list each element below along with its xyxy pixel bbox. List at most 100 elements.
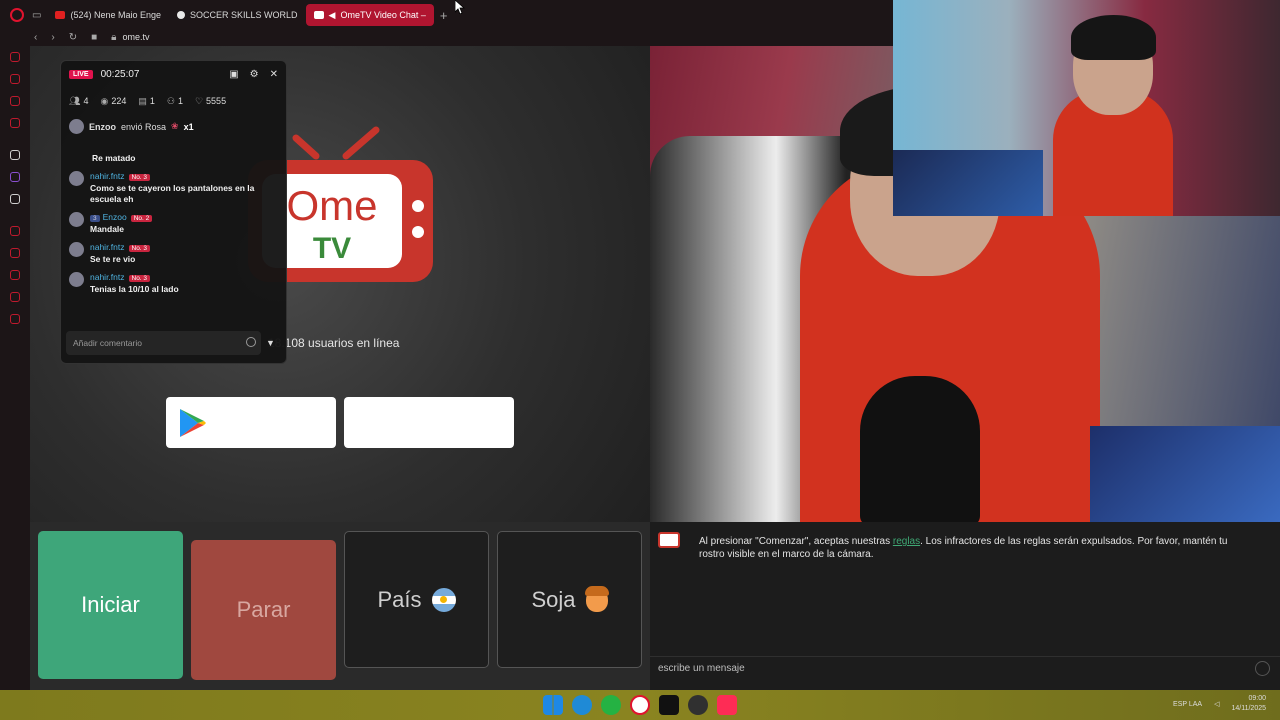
chat-message-body: nahir.fntz No. 3 Como se te cayeron los p…: [90, 171, 279, 205]
eye-icon: ◉: [100, 96, 109, 106]
language-indicator[interactable]: ESP LAA: [1173, 701, 1202, 708]
mail-icon[interactable]: [10, 118, 20, 128]
rules-link[interactable]: reglas: [893, 536, 920, 547]
browser-tab-bar: ▭ (524) Nene Maio Enge SOCCER SKILLS WOR…: [0, 0, 893, 30]
volume-icon[interactable]: ◁: [1214, 700, 1219, 708]
chat-user[interactable]: nahir.fntz: [90, 242, 125, 252]
history-icon[interactable]: [10, 248, 20, 258]
settings-icon[interactable]: ⚙: [250, 69, 259, 80]
rose-icon: ❀: [171, 121, 179, 131]
viewers-stat: ◉ 224: [100, 96, 126, 107]
likes-stat: ♡ 5555: [195, 96, 226, 107]
start-button-label: Iniciar: [81, 592, 140, 617]
guests-count: 4: [83, 96, 89, 106]
lock-icon: 🔒︎: [111, 31, 117, 43]
gift-notice: Enzoo envió Rosa ❀ x1: [69, 119, 194, 134]
close-icon[interactable]: ✕: [270, 69, 278, 80]
gift-user: Enzoo: [89, 121, 116, 132]
gender-button[interactable]: Soja: [497, 531, 642, 668]
desk-shape: [893, 150, 1043, 216]
tab-list-icon[interactable]: ▭: [32, 10, 41, 21]
gender-button-label: Soja: [531, 586, 576, 612]
online-users: 18.108 usuarios en línea: [268, 336, 399, 350]
messenger-icon[interactable]: [10, 96, 20, 106]
chat-message: nahir.fntz No. 3 Tenias la 10/10 al lado: [69, 272, 279, 295]
comment-placeholder: Añadir comentario: [73, 338, 142, 348]
guests-stat: 👥︎ 4: [69, 96, 88, 107]
stop-button[interactable]: Parar: [191, 540, 336, 680]
chat-message-body: nahir.fntz No. 3 Se te re vio: [90, 242, 151, 265]
comment-input[interactable]: Añadir comentario: [66, 331, 261, 355]
live-timer: 00:25:07: [100, 69, 140, 80]
start-button[interactable]: Iniciar: [38, 531, 183, 679]
gift-count: x1: [183, 121, 194, 132]
app-store-button[interactable]: [344, 397, 514, 448]
gift-icon: ▤: [138, 96, 147, 106]
twitch-icon[interactable]: [10, 172, 20, 182]
chat-user[interactable]: nahir.fntz: [90, 171, 125, 181]
live-studio-panel: LIVE 00:25:07 ▣ ⚙ ✕ 👥︎ 4 ◉ 224 ▤ 1 ⚇ 1 ♡ 5555…: [60, 60, 287, 364]
speed-dial-icon[interactable]: [10, 52, 20, 62]
emoji-icon[interactable]: [246, 337, 256, 347]
chat-message-body: nahir.fntz No. 3 Tenias la 10/10 al lado: [90, 272, 179, 295]
follows-count: 1: [177, 96, 183, 106]
viewers-count: 224: [111, 96, 127, 106]
back-icon[interactable]: ‹: [34, 32, 37, 43]
url-text[interactable]: ome.tv: [122, 32, 149, 42]
add-user-icon: ⚇: [166, 96, 175, 106]
forward-icon[interactable]: ›: [51, 32, 54, 43]
emoji-icon[interactable]: [1255, 661, 1270, 676]
rules-notice: Al presionar "Comenzar", aceptas nuestra…: [699, 535, 1239, 561]
rank-badge: No. 2: [130, 215, 153, 222]
tiktok-live-icon[interactable]: [717, 695, 737, 715]
youtube-icon: [55, 11, 66, 19]
logo-tv-text: TV: [313, 232, 351, 265]
avatar: [69, 212, 84, 227]
google-play-button[interactable]: [166, 397, 336, 448]
tab-youtube[interactable]: (524) Nene Maio Enge: [47, 4, 169, 26]
edge-icon[interactable]: [572, 695, 592, 715]
tab-soccer-skills[interactable]: SOCCER SKILLS WORLD: [169, 4, 306, 26]
page-icon: [177, 11, 186, 19]
live-actions: ▣ ⚙ ✕: [229, 69, 278, 80]
clock[interactable]: 09:00 14/11/2025: [1231, 694, 1266, 714]
rank-badge: No. 3: [128, 275, 151, 282]
likes-count: 5555: [206, 96, 227, 106]
gift-text: envió Rosa: [121, 121, 167, 132]
extensions-icon[interactable]: [10, 292, 20, 302]
country-button[interactable]: País: [344, 531, 489, 668]
lock-icon[interactable]: ▣: [229, 69, 238, 80]
downloads-icon[interactable]: [10, 270, 20, 280]
reload-icon[interactable]: ↻: [69, 32, 77, 43]
taskbar-apps: [543, 695, 737, 715]
player-icon[interactable]: [10, 226, 20, 236]
tiktok-icon[interactable]: [659, 695, 679, 715]
avatar: [69, 272, 84, 287]
camera-icon[interactable]: ■: [91, 32, 97, 43]
online-users-count: 18.108 usuarios en línea: [268, 336, 400, 350]
ometv-chat-icon: [658, 532, 680, 548]
send-icon[interactable]: ▼: [266, 338, 275, 348]
tab-label: (524) Nene Maio Enge: [70, 10, 162, 20]
obs-icon[interactable]: [688, 695, 708, 715]
x-icon[interactable]: [10, 194, 20, 204]
whatsapp-icon[interactable]: [601, 695, 621, 715]
tab-ometv[interactable]: ◀ OmeTV Video Chat –: [305, 4, 434, 26]
controls-panel: Iniciar Parar País Soja: [30, 522, 650, 690]
chat-message-body: 3 Enzoo No. 2 Mandale: [90, 212, 153, 235]
opera-menu-icon[interactable]: [10, 8, 24, 22]
chat-user[interactable]: Enzoo: [103, 212, 127, 222]
message-input[interactable]: escribe un mensaje: [650, 656, 1280, 682]
heart-icon: ♡: [194, 96, 204, 106]
windows-start-icon[interactable]: [543, 695, 563, 715]
new-tab-button[interactable]: +: [440, 8, 448, 23]
opera-icon[interactable]: [630, 695, 650, 715]
settings-icon[interactable]: [10, 314, 20, 324]
aria-icon[interactable]: [10, 74, 20, 84]
chat-user[interactable]: nahir.fntz: [90, 272, 125, 282]
tiktok-studio-icon[interactable]: [10, 150, 20, 160]
level-badge: 3: [90, 215, 100, 222]
chat-text: Mandale: [90, 224, 125, 234]
windows-taskbar: ESP LAA ◁ 09:00 14/11/2025: [0, 690, 1280, 720]
follows-stat: ⚇ 1: [167, 96, 183, 107]
